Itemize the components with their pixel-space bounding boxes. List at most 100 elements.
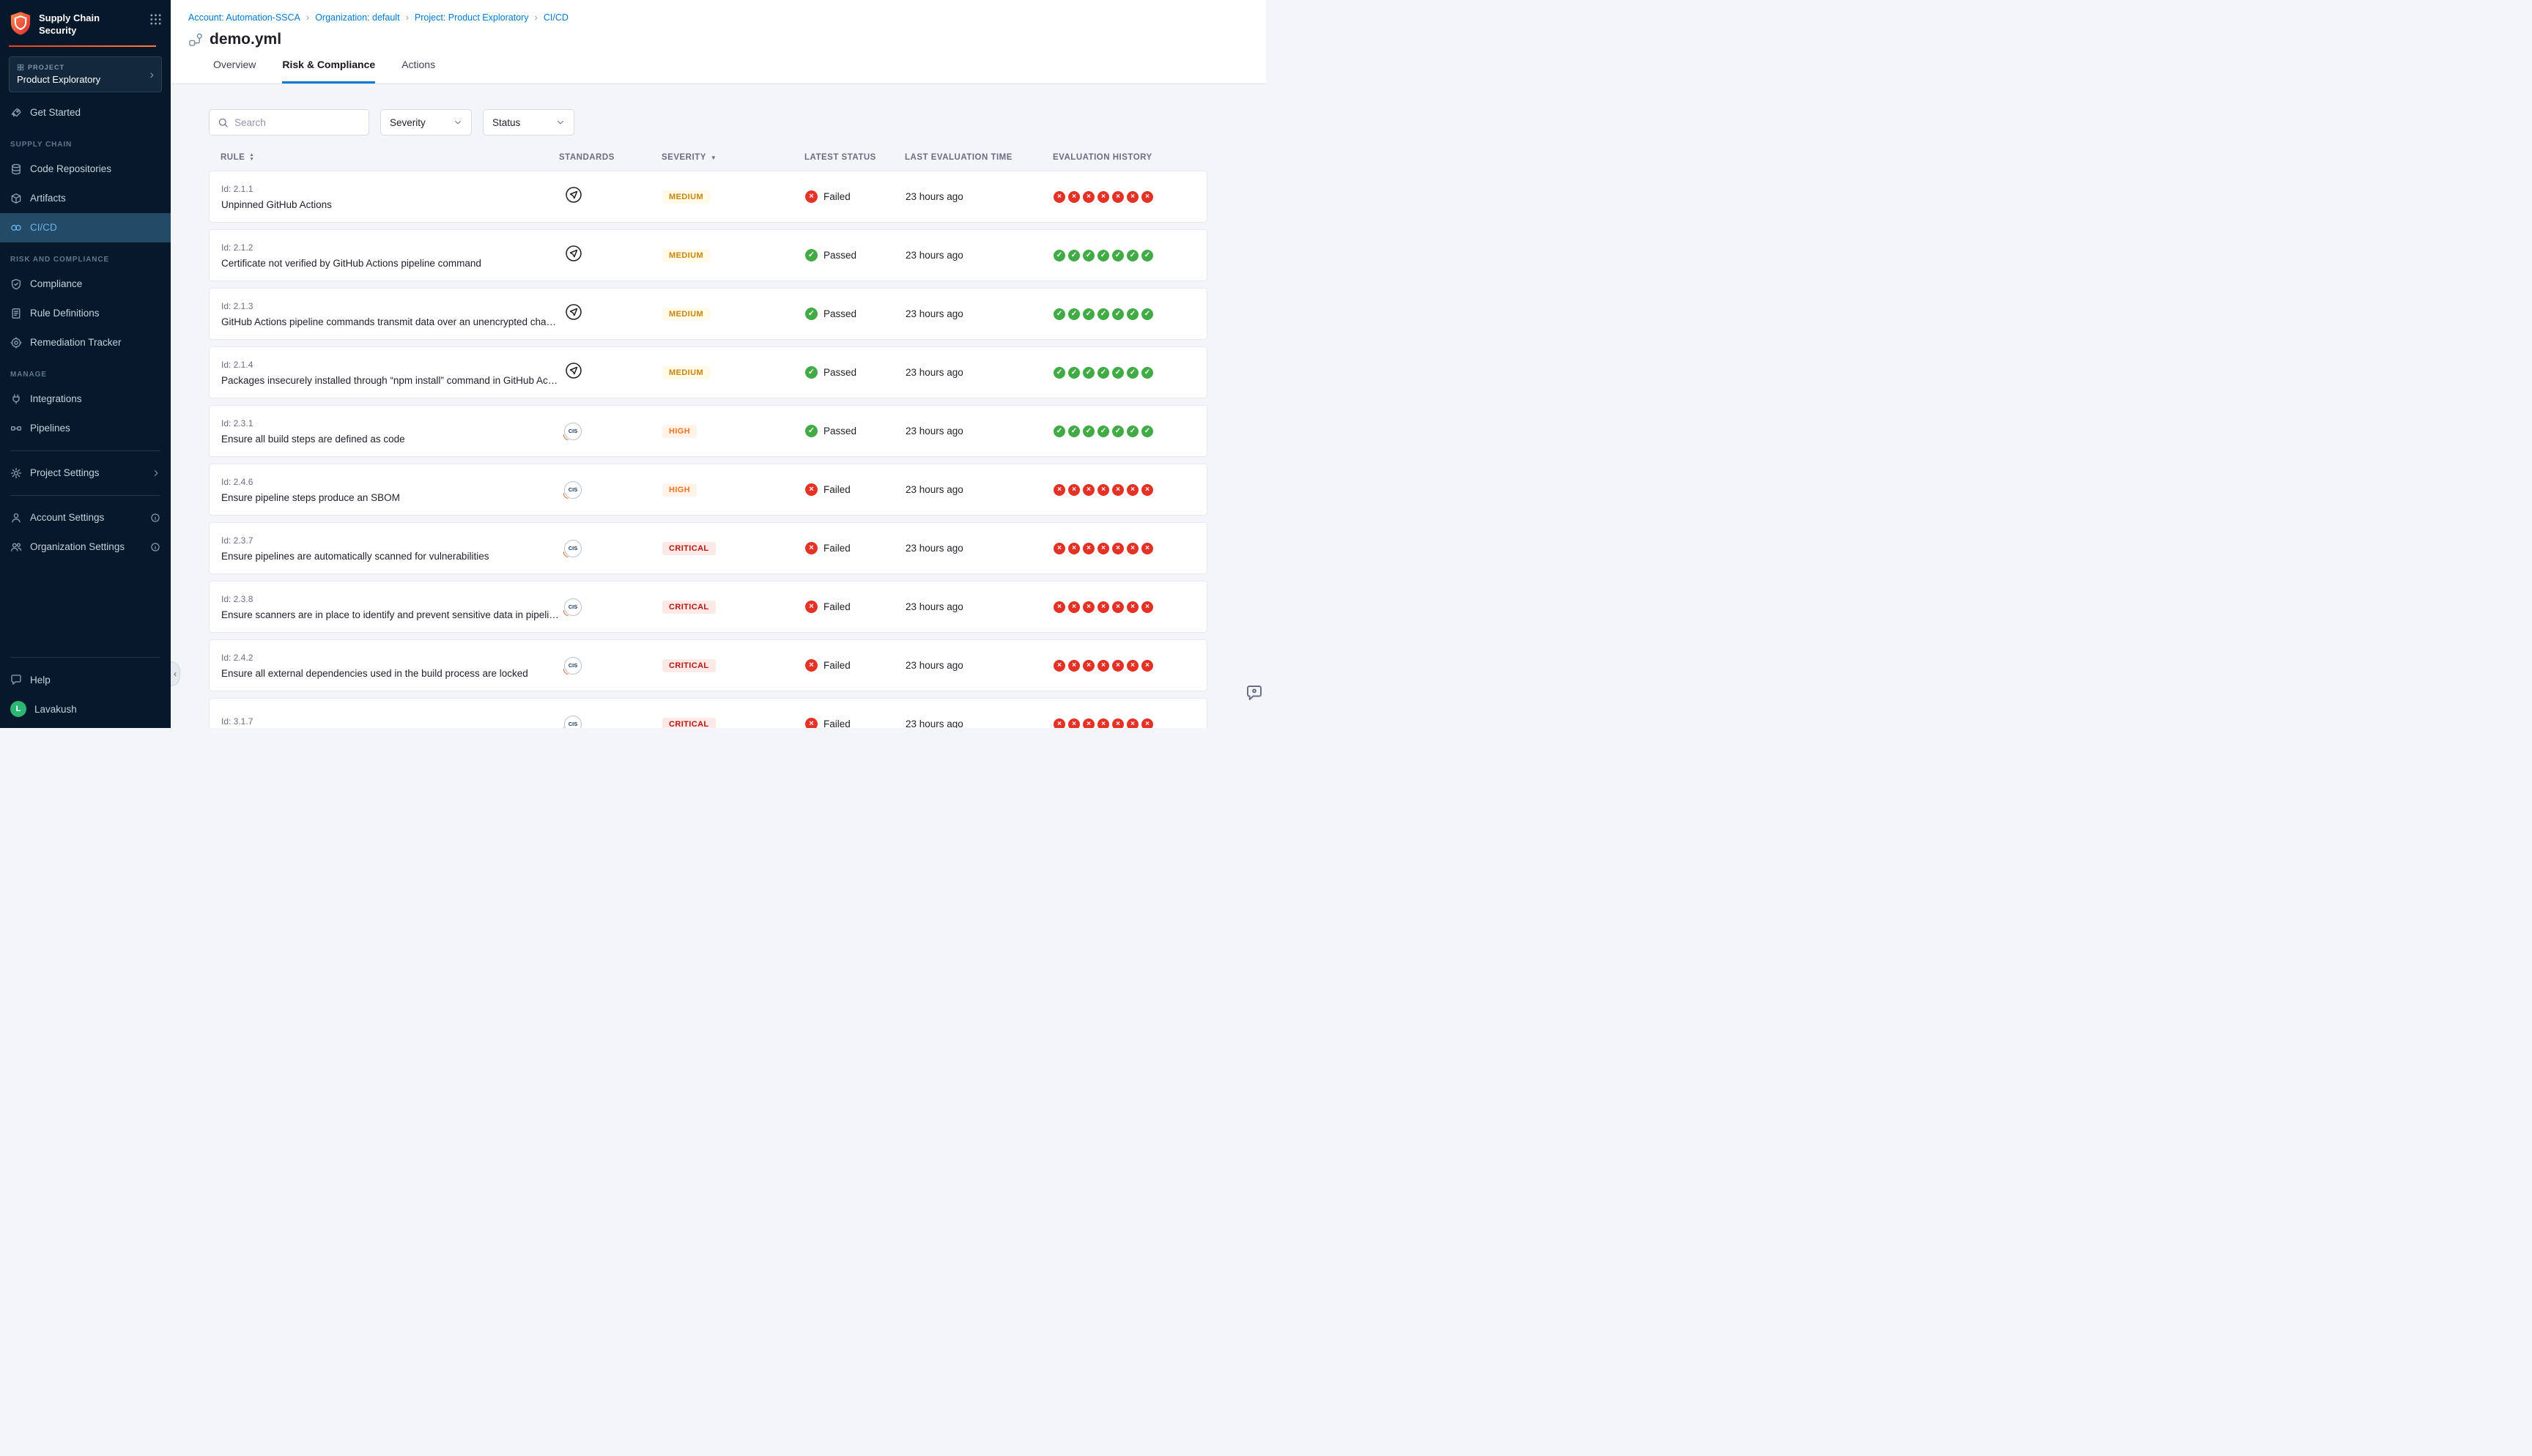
history-fail-icon: × bbox=[1083, 484, 1095, 496]
page-title-row: demo.yml bbox=[188, 31, 1266, 48]
rule-name: Ensure all external dependencies used in… bbox=[221, 668, 560, 679]
history-pass-icon: ✓ bbox=[1068, 367, 1080, 379]
sidebar-item-label: Get Started bbox=[30, 107, 81, 118]
sidebar-item-label: Code Repositories bbox=[30, 163, 111, 174]
github-actions-icon bbox=[564, 244, 583, 263]
last-evaluation-time: 23 hours ago bbox=[906, 308, 1054, 319]
status-dropdown[interactable]: Status bbox=[483, 109, 574, 135]
filter-bar: Severity Status bbox=[209, 109, 1207, 135]
app-title: Supply Chain Security bbox=[39, 11, 143, 37]
tab-overview[interactable]: Overview bbox=[213, 59, 256, 83]
search-input[interactable] bbox=[234, 117, 360, 128]
app-switcher-icon[interactable] bbox=[149, 13, 162, 26]
severity-badge: MEDIUM bbox=[662, 308, 710, 321]
table-row[interactable]: Id: 2.4.2Ensure all external dependencie… bbox=[209, 639, 1207, 691]
table-row[interactable]: Id: 2.4.6Ensure pipeline steps produce a… bbox=[209, 464, 1207, 516]
table-row[interactable]: Id: 2.1.2Certificate not verified by Git… bbox=[209, 229, 1207, 281]
history-fail-icon: × bbox=[1141, 601, 1153, 613]
sidebar-item-organization-settings[interactable]: Organization Settings bbox=[0, 532, 171, 562]
sidebar-item-integrations[interactable]: Integrations bbox=[0, 385, 171, 414]
breadcrumb-link[interactable]: Project: Product Exploratory bbox=[415, 12, 529, 23]
history-pass-icon: ✓ bbox=[1054, 308, 1065, 320]
history-fail-icon: × bbox=[1141, 543, 1153, 554]
breadcrumb-link[interactable]: Organization: default bbox=[315, 12, 399, 23]
column-label: LATEST STATUS bbox=[804, 153, 876, 162]
table-row[interactable]: Id: 2.1.3GitHub Actions pipeline command… bbox=[209, 288, 1207, 340]
sidebar-bottom: Help L Lavakush bbox=[0, 650, 171, 728]
rule-id: Id: 2.3.8 bbox=[221, 594, 560, 604]
sidebar-item-ci-cd[interactable]: CI/CD bbox=[0, 213, 171, 242]
sidebar-item-label: Remediation Tracker bbox=[30, 337, 122, 348]
table-row[interactable]: Id: 2.1.1Unpinned GitHub ActionsMEDIUM×F… bbox=[209, 171, 1207, 223]
severity-dropdown[interactable]: Severity bbox=[380, 109, 472, 135]
severity-badge: CRITICAL bbox=[662, 542, 716, 555]
column-header-severity[interactable]: SEVERITY▼ bbox=[662, 153, 804, 162]
history-fail-icon: × bbox=[1127, 191, 1139, 203]
search-box[interactable] bbox=[209, 109, 369, 135]
history-fail-icon: × bbox=[1127, 718, 1139, 729]
table-row[interactable]: Id: 2.3.7Ensure pipelines are automatica… bbox=[209, 522, 1207, 574]
sidebar-section-header: MANAGE bbox=[0, 357, 171, 385]
passed-icon: ✓ bbox=[805, 425, 818, 437]
tab-risk-compliance[interactable]: Risk & Compliance bbox=[282, 59, 375, 83]
sidebar-item-code-repositories[interactable]: Code Repositories bbox=[0, 155, 171, 184]
info-icon bbox=[150, 542, 160, 552]
breadcrumb-link[interactable]: Account: Automation-SSCA bbox=[188, 12, 300, 23]
status-label: Passed bbox=[823, 426, 856, 437]
divider bbox=[10, 450, 160, 451]
compliance-icon bbox=[10, 278, 22, 290]
sidebar-item-label: CI/CD bbox=[30, 222, 57, 233]
sidebar-item-label: Compliance bbox=[30, 278, 82, 289]
history-fail-icon: × bbox=[1083, 601, 1095, 613]
info-icon bbox=[150, 513, 160, 523]
sidebar-item-compliance[interactable]: Compliance bbox=[0, 270, 171, 299]
evaluation-history: ××××××× bbox=[1054, 660, 1195, 672]
project-selector[interactable]: PROJECT Product Exploratory › bbox=[9, 56, 162, 92]
help-label: Help bbox=[30, 675, 51, 686]
sidebar-item-rule-definitions[interactable]: Rule Definitions bbox=[0, 299, 171, 328]
chat-bubble-icon[interactable] bbox=[1245, 684, 1263, 702]
rule-name: Packages insecurely installed through “n… bbox=[221, 375, 560, 386]
severity-badge: HIGH bbox=[662, 425, 697, 438]
rule-name: Ensure scanners are in place to identify… bbox=[221, 609, 560, 620]
status-label: Passed bbox=[823, 250, 856, 261]
table-row[interactable]: Id: 2.3.8 Ensure scanners are in place to… bbox=[209, 581, 1207, 633]
sidebar-item-help[interactable]: Help bbox=[0, 665, 171, 694]
app-title-line1: Supply Chain bbox=[39, 12, 143, 25]
history-fail-icon: × bbox=[1097, 601, 1109, 613]
history-fail-icon: × bbox=[1112, 484, 1124, 496]
history-pass-icon: ✓ bbox=[1097, 308, 1109, 320]
history-pass-icon: ✓ bbox=[1112, 308, 1124, 320]
chevron-right-icon: › bbox=[149, 68, 154, 81]
breadcrumb-link[interactable]: CI/CD bbox=[544, 12, 569, 23]
table-row[interactable]: Id: 2.1.4Packages insecurely installed t… bbox=[209, 346, 1207, 398]
history-pass-icon: ✓ bbox=[1083, 308, 1095, 320]
tab-actions[interactable]: Actions bbox=[401, 59, 435, 83]
rule-id: Id: 3.1.7 bbox=[221, 716, 560, 727]
people-icon bbox=[10, 541, 22, 553]
table-row[interactable]: Id: 3.1.7CISCRITICAL×Failed23 hours ago×… bbox=[209, 698, 1207, 728]
sidebar-item-project-settings[interactable]: Project Settings bbox=[0, 458, 171, 488]
sidebar-section-header: SUPPLY CHAIN bbox=[0, 127, 171, 155]
rule-id: Id: 2.1.2 bbox=[221, 242, 560, 253]
history-fail-icon: × bbox=[1141, 718, 1153, 729]
sidebar-item-artifacts[interactable]: Artifacts bbox=[0, 184, 171, 213]
history-pass-icon: ✓ bbox=[1112, 367, 1124, 379]
sidebar-item-get-started[interactable]: Get Started bbox=[0, 98, 171, 127]
severity-badge: CRITICAL bbox=[662, 718, 716, 728]
history-fail-icon: × bbox=[1054, 484, 1065, 496]
tab-bar: Overview Risk & Compliance Actions bbox=[213, 59, 1266, 83]
evaluation-history: ✓✓✓✓✓✓✓ bbox=[1054, 250, 1195, 261]
column-header-rule[interactable]: RULE▲▼ bbox=[221, 153, 559, 162]
sidebar-item-pipelines[interactable]: Pipelines bbox=[0, 414, 171, 443]
sidebar-item-account-settings[interactable]: Account Settings bbox=[0, 503, 171, 532]
sidebar-item-remediation-tracker[interactable]: Remediation Tracker bbox=[0, 328, 171, 357]
table-row[interactable]: Id: 2.3.1Ensure all build steps are defi… bbox=[209, 405, 1207, 457]
history-pass-icon: ✓ bbox=[1141, 426, 1153, 437]
status-label: Passed bbox=[823, 367, 856, 378]
page-header: Account: Automation-SSCA›Organization: d… bbox=[171, 0, 1266, 84]
history-fail-icon: × bbox=[1054, 191, 1065, 203]
severity-badge: HIGH bbox=[662, 483, 697, 497]
sidebar-item-user[interactable]: L Lavakush bbox=[0, 694, 171, 724]
history-pass-icon: ✓ bbox=[1054, 250, 1065, 261]
